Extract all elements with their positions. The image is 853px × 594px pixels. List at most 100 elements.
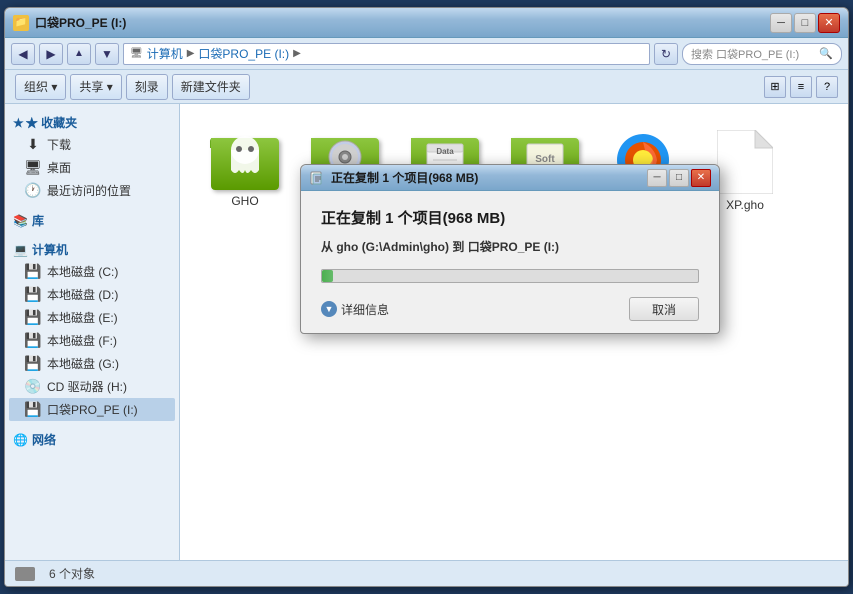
- dialog-title: 正在复制 1 个项目(968 MB): [331, 169, 645, 186]
- back-button[interactable]: ◀: [11, 43, 35, 65]
- computer-icon: 💻: [13, 243, 28, 257]
- folder-gho-icon: [210, 130, 280, 190]
- library-icon: 📚: [13, 214, 28, 228]
- maximize-button[interactable]: □: [794, 13, 816, 33]
- chevron-right-2-icon: ▶: [293, 48, 301, 59]
- dialog-maximize-button[interactable]: □: [669, 169, 689, 187]
- drive-g-icon: 💾: [25, 356, 41, 372]
- search-placeholder: 搜索 口袋PRO_PE (I:): [691, 46, 799, 62]
- drive-h-icon: 💿: [25, 379, 41, 395]
- sidebar-item-drive-c[interactable]: 💾 本地磁盘 (C:): [9, 260, 175, 283]
- sidebar-item-download[interactable]: ⬇ 下载: [9, 133, 175, 156]
- address-path[interactable]: 🖥 计算机 ▶ 口袋PRO_PE (I:) ▶: [123, 43, 650, 65]
- refresh-button[interactable]: ↻: [654, 43, 678, 65]
- ghost-icon: [226, 134, 264, 181]
- status-bar: 6 个对象: [5, 560, 848, 586]
- file-area: GHO: [180, 104, 848, 560]
- source-path: (G:\Admin\gho): [362, 240, 449, 254]
- sidebar-item-drive-f[interactable]: 💾 本地磁盘 (F:): [9, 329, 175, 352]
- main-window: 📁 口袋PRO_PE (I:) ─ □ ✕ ◀ ▶ ▲ ▼ 🖥 计算机 ▶ 口袋…: [4, 7, 849, 587]
- drive-i-icon: 💾: [25, 402, 41, 418]
- network-section: 🌐 网络: [9, 429, 175, 450]
- desktop-icon: 🖥: [25, 160, 41, 176]
- dest-bold: 口袋PRO_PE (I:): [468, 240, 559, 254]
- path-separator: 🖥: [130, 48, 143, 59]
- minimize-button[interactable]: ─: [770, 13, 792, 33]
- status-drive-icon: [15, 567, 35, 581]
- share-button[interactable]: 共享 ▾: [70, 74, 121, 100]
- file-label-xpgho: XP.gho: [726, 198, 764, 212]
- search-box[interactable]: 搜索 口袋PRO_PE (I:) 🔍: [682, 43, 842, 65]
- main-area: ★ ★ 收藏夹 ⬇ 下载 🖥 桌面 🕐 最近访问的位置: [5, 104, 848, 560]
- drive-c-icon: 💾: [25, 264, 41, 280]
- dialog-title-bar: 正在复制 1 个项目(968 MB) ─ □ ✕: [301, 165, 719, 191]
- sidebar-item-recent[interactable]: 🕐 最近访问的位置: [9, 179, 175, 202]
- window-icon: 📁: [13, 15, 29, 31]
- computer-title[interactable]: 💻 计算机: [9, 239, 175, 260]
- forward-button[interactable]: ▶: [39, 43, 63, 65]
- computer-section: 💻 计算机 💾 本地磁盘 (C:) 💾 本地磁盘 (D:) 💾 本地磁盘 (E:…: [9, 239, 175, 421]
- library-title[interactable]: 📚 库: [9, 210, 175, 231]
- path-drive[interactable]: 口袋PRO_PE (I:): [198, 45, 289, 62]
- sidebar-item-drive-e[interactable]: 💾 本地磁盘 (E:): [9, 306, 175, 329]
- dialog-sub-text: 从 gho (G:\Admin\gho) 到 口袋PRO_PE (I:): [321, 238, 699, 255]
- dialog-minimize-button[interactable]: ─: [647, 169, 667, 187]
- svg-text:Data: Data: [436, 147, 454, 156]
- new-folder-button[interactable]: 新建文件夹: [172, 74, 250, 100]
- close-button[interactable]: ✕: [818, 13, 840, 33]
- file-item-gho[interactable]: GHO: [200, 124, 290, 221]
- drive-d-icon: 💾: [25, 287, 41, 303]
- progress-bar-fill: [322, 270, 333, 282]
- details-toggle[interactable]: ▼ 详细信息: [321, 301, 389, 318]
- drive-e-icon: 💾: [25, 310, 41, 326]
- cancel-button[interactable]: 取消: [629, 297, 699, 321]
- status-count: 6 个对象: [49, 565, 95, 582]
- favorites-section: ★ ★ 收藏夹 ⬇ 下载 🖥 桌面 🕐 最近访问的位置: [9, 112, 175, 202]
- dialog-footer: ▼ 详细信息 取消: [321, 297, 699, 321]
- view-button[interactable]: ⊞: [764, 76, 786, 98]
- file-label-gho: GHO: [231, 194, 258, 208]
- sidebar-item-drive-i[interactable]: 💾 口袋PRO_PE (I:): [9, 398, 175, 421]
- download-icon: ⬇: [25, 137, 41, 153]
- sidebar-item-desktop[interactable]: 🖥 桌面: [9, 156, 175, 179]
- star-icon: ★: [13, 116, 24, 130]
- title-bar: 📁 口袋PRO_PE (I:) ─ □ ✕: [5, 8, 848, 38]
- window-title: 口袋PRO_PE (I:): [35, 14, 770, 31]
- toolbar: 组织 ▾ 共享 ▾ 刻录 新建文件夹 ⊞ ≡ ?: [5, 70, 848, 104]
- recent-icon: 🕐: [25, 183, 41, 199]
- recent-locations-button[interactable]: ▼: [95, 43, 119, 65]
- chevron-right-icon: ▶: [187, 48, 195, 59]
- dialog-close-button[interactable]: ✕: [691, 169, 711, 187]
- path-computer[interactable]: 计算机: [147, 45, 183, 62]
- xpgho-icon-wrap: [717, 130, 773, 194]
- dialog-title-icon: [309, 170, 325, 186]
- network-icon: 🌐: [13, 433, 28, 447]
- view-details-button[interactable]: ≡: [790, 76, 812, 98]
- library-section: 📚 库: [9, 210, 175, 231]
- copy-dialog: 正在复制 1 个项目(968 MB) ─ □ ✕ 正在复制 1 个项目(968 …: [300, 164, 720, 334]
- network-title[interactable]: 🌐 网络: [9, 429, 175, 450]
- up-button[interactable]: ▲: [67, 43, 91, 65]
- details-label: 详细信息: [341, 301, 389, 318]
- sidebar-item-drive-g[interactable]: 💾 本地磁盘 (G:): [9, 352, 175, 375]
- to-label: 到: [452, 240, 467, 254]
- organize-button[interactable]: 组织 ▾: [15, 74, 66, 100]
- sidebar: ★ ★ 收藏夹 ⬇ 下载 🖥 桌面 🕐 最近访问的位置: [5, 104, 180, 560]
- burn-button[interactable]: 刻录: [126, 74, 168, 100]
- source-bold: gho: [336, 240, 358, 254]
- window-controls: ─ □ ✕: [770, 13, 840, 33]
- search-icon: 🔍: [819, 47, 833, 60]
- details-arrow-icon: ▼: [321, 301, 337, 317]
- help-button[interactable]: ?: [816, 76, 838, 98]
- sidebar-item-drive-d[interactable]: 💾 本地磁盘 (D:): [9, 283, 175, 306]
- progress-bar-container: [321, 269, 699, 283]
- toolbar-right: ⊞ ≡ ?: [764, 76, 838, 98]
- favorites-title[interactable]: ★ ★ 收藏夹: [9, 112, 175, 133]
- sidebar-item-drive-h[interactable]: 💿 CD 驱动器 (H:): [9, 375, 175, 398]
- drive-f-icon: 💾: [25, 333, 41, 349]
- dialog-main-title: 正在复制 1 个项目(968 MB): [321, 207, 699, 228]
- address-bar: ◀ ▶ ▲ ▼ 🖥 计算机 ▶ 口袋PRO_PE (I:) ▶ ↻ 搜索 口袋P…: [5, 38, 848, 70]
- from-label: 从: [321, 240, 336, 254]
- generic-file-svg: [717, 130, 773, 194]
- dialog-body: 正在复制 1 个项目(968 MB) 从 gho (G:\Admin\gho) …: [301, 191, 719, 333]
